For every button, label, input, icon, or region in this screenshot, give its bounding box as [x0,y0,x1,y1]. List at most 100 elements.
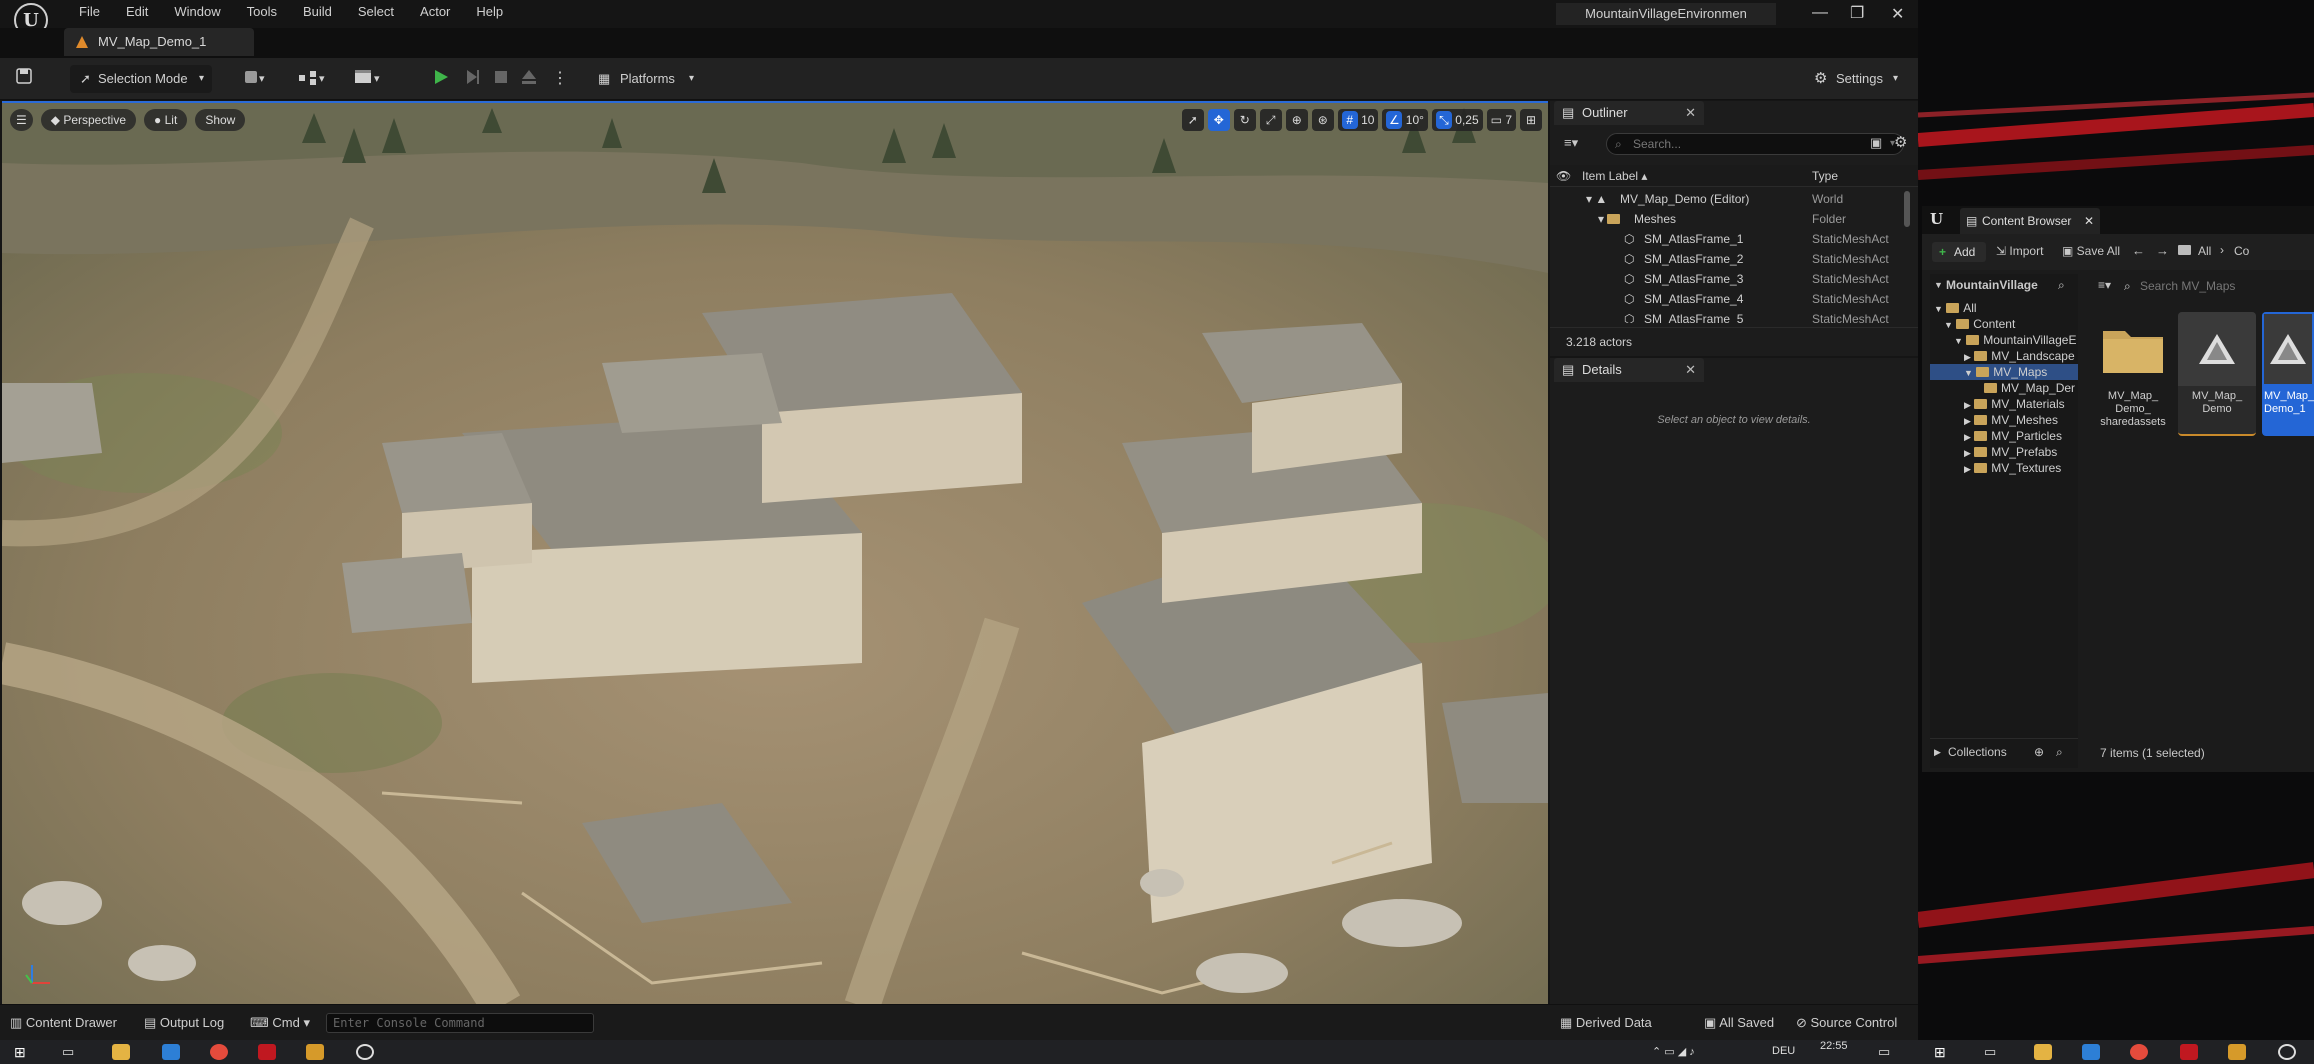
outliner-search-input[interactable]: ⌕ Search... ▾ [1606,133,1904,155]
asset-tile-folder[interactable]: MV_Map_ Demo_ sharedassets [2094,312,2172,436]
task-view-icon[interactable]: ▭ [1984,1044,1996,1060]
clock[interactable]: 22:55 [1820,1040,1848,1052]
menu-edit[interactable]: Edit [113,4,161,19]
tree-item-mv-maps[interactable]: ▼ MV_Maps [1930,364,2078,380]
tree-item-content[interactable]: ▼ Content [1944,316,2015,332]
blueprint-icon[interactable]: ▾ [298,68,330,86]
search-icon[interactable]: ⌕ [2056,739,2063,765]
outliner-scrollbar[interactable] [1904,191,1910,227]
tree-item-mv-textures[interactable]: ▶ MV_Textures [1964,460,2061,476]
tree-item-mv-particles[interactable]: ▶ MV_Particles [1964,428,2062,444]
play-options-icon[interactable]: ⋮ [552,68,568,88]
close-icon[interactable]: ✕ [1891,4,1904,24]
outliner-row-mesh[interactable]: ⬡ SM_AtlasFrame_4 StaticMeshAct [1550,289,1900,309]
rotation-snap-button[interactable]: ∠ 10° [1382,109,1428,131]
tab-content-browser[interactable]: ▤ Content Browser ✕ [1960,208,2100,234]
camera-speed-button[interactable]: ▭ 7 [1486,109,1516,131]
source-control-button[interactable]: ⊘ Source Control [1796,1015,1897,1031]
add-folder-icon[interactable]: ▣ [1870,135,1882,151]
column-item-label[interactable]: Item Label ▴ [1582,165,1647,187]
app-icon[interactable] [2228,1044,2246,1060]
back-icon[interactable]: ← [2132,243,2145,258]
outliner-row-mesh[interactable]: ⬡ SM_AtlasFrame_5 StaticMeshAct [1550,309,1900,323]
menu-help[interactable]: Help [463,4,516,19]
add-button[interactable]: + Add [1932,242,1986,262]
tab-map-document[interactable]: MV_Map_Demo_1 [64,28,254,56]
rotate-tool-icon[interactable]: ↻ [1233,109,1256,131]
menu-actor[interactable]: Actor [407,4,463,19]
chrome-icon[interactable] [210,1044,228,1060]
cmd-dropdown[interactable]: ⌨ Cmd ▾ [250,1015,310,1031]
save-all-button[interactable]: ▣ Save All [2062,244,2120,258]
platforms-dropdown[interactable]: ▦ Platforms ▾ [594,65,698,93]
windows-start-icon[interactable]: ⊞ [14,1044,26,1061]
tree-item-all[interactable]: ▼ All [1934,300,1977,316]
outliner-row-mesh[interactable]: ⬡ SM_AtlasFrame_3 StaticMeshAct [1550,269,1900,289]
unreal-taskbar-icon[interactable] [2278,1044,2296,1060]
tree-item-mv-meshes[interactable]: ▶ MV_Meshes [1964,412,2058,428]
app-icon[interactable] [306,1044,324,1060]
close-icon[interactable]: ✕ [1685,101,1696,125]
filter-icon[interactable]: ≡▾ [1564,135,1578,151]
mail-icon[interactable] [2082,1044,2100,1060]
collections-section[interactable]: ▶ Collections ⊕ ⌕ [1930,738,2078,764]
app-icon[interactable] [2180,1044,2198,1060]
mail-icon[interactable] [162,1044,180,1060]
lit-button[interactable]: ● Lit [144,109,188,131]
select-tool-icon[interactable]: ➚ [1181,109,1204,131]
grid-snap-button[interactable]: # 10 [1337,109,1379,131]
outliner-row-mesh[interactable]: ⬡ SM_AtlasFrame_1 StaticMeshAct [1550,229,1900,249]
forward-icon[interactable]: → [2156,243,2169,258]
translate-tool-icon[interactable]: ✥ [1207,109,1230,131]
save-icon[interactable] [16,68,32,84]
show-button[interactable]: Show [195,109,246,131]
restore-icon[interactable]: ❐ [1850,3,1864,23]
notification-icon[interactable]: ▭ [1878,1044,1890,1060]
play-icon[interactable] [432,68,450,86]
outliner-row-folder[interactable]: ▾ Meshes Folder [1550,209,1900,229]
menu-build[interactable]: Build [290,4,345,19]
level-viewport[interactable]: ☰ ◆ Perspective ● Lit Show ➚ ✥ ↻ ⤢ ⊕ ⊛ #… [2,101,1548,1004]
column-type[interactable]: Type [1812,165,1838,187]
outliner-row-world[interactable]: ▾ ▲ MV_Map_Demo (Editor) World [1550,189,1900,209]
menu-tools[interactable]: Tools [234,4,290,19]
close-icon[interactable]: ✕ [2084,208,2094,234]
asset-tile-map[interactable]: MV_Map_ Demo [2178,312,2256,436]
tree-item-mv-landscape[interactable]: ▶ MV_Landscape [1964,348,2078,364]
surface-snap-icon[interactable]: ⊛ [1311,109,1334,131]
chrome-icon[interactable] [2130,1044,2148,1060]
tree-item-mv-map-demo[interactable]: MV_Map_Der [1984,380,2078,396]
task-view-icon[interactable]: ▭ [62,1044,74,1060]
console-command-input[interactable]: Enter Console Command [326,1013,594,1033]
all-saved-button[interactable]: ▣ All Saved [1704,1015,1774,1031]
import-button[interactable]: ⇲ Import [1996,244,2043,258]
selection-mode-dropdown[interactable]: ➚ Selection Mode ▾ [70,65,212,93]
content-drawer-button[interactable]: ▥ Content Drawer [10,1015,117,1031]
asset-tile-map-selected[interactable]: MV_Map_ Demo_1 [2262,312,2314,436]
gear-icon[interactable]: ⚙ [1894,133,1907,151]
chevron-down-icon[interactable]: ▼ [1934,274,1943,296]
advance-frame-icon[interactable] [464,68,482,86]
add-actor-icon[interactable]: ▾ [244,68,270,86]
tab-details[interactable]: ▤ Details ✕ [1554,358,1704,382]
scale-snap-button[interactable]: ⤡ 0,25 [1431,109,1483,131]
tab-outliner[interactable]: ▤ Outliner ✕ [1554,101,1704,125]
layout-icon[interactable]: ⊞ [1520,109,1542,131]
file-explorer-icon[interactable] [2034,1044,2052,1060]
language-indicator[interactable]: DEU [1772,1045,1795,1057]
visibility-eye-icon[interactable]: 👁 [1556,165,1571,187]
perspective-button[interactable]: ◆ Perspective [40,109,137,131]
output-log-button[interactable]: ▤ Output Log [144,1015,224,1031]
menu-file[interactable]: File [66,4,113,19]
minimize-icon[interactable]: — [1812,4,1828,22]
tree-item-mountainvillage[interactable]: ▼ MountainVillageE [1954,332,2078,348]
path-next[interactable]: Co [2234,244,2249,258]
add-collection-icon[interactable]: ⊕ [2034,739,2044,765]
settings-dropdown[interactable]: ⚙ Settings ▾ [1810,65,1902,93]
tray-icons[interactable]: ⌃ ▭ ◢ ♪ [1652,1045,1695,1058]
asset-search-input[interactable]: ⌕ Search MV_Maps [2122,276,2314,296]
close-icon[interactable]: ✕ [1685,358,1696,382]
tree-item-mv-materials[interactable]: ▶ MV_Materials [1964,396,2065,412]
viewport-menu-icon[interactable]: ☰ [10,109,33,131]
scale-tool-icon[interactable]: ⤢ [1259,109,1282,131]
